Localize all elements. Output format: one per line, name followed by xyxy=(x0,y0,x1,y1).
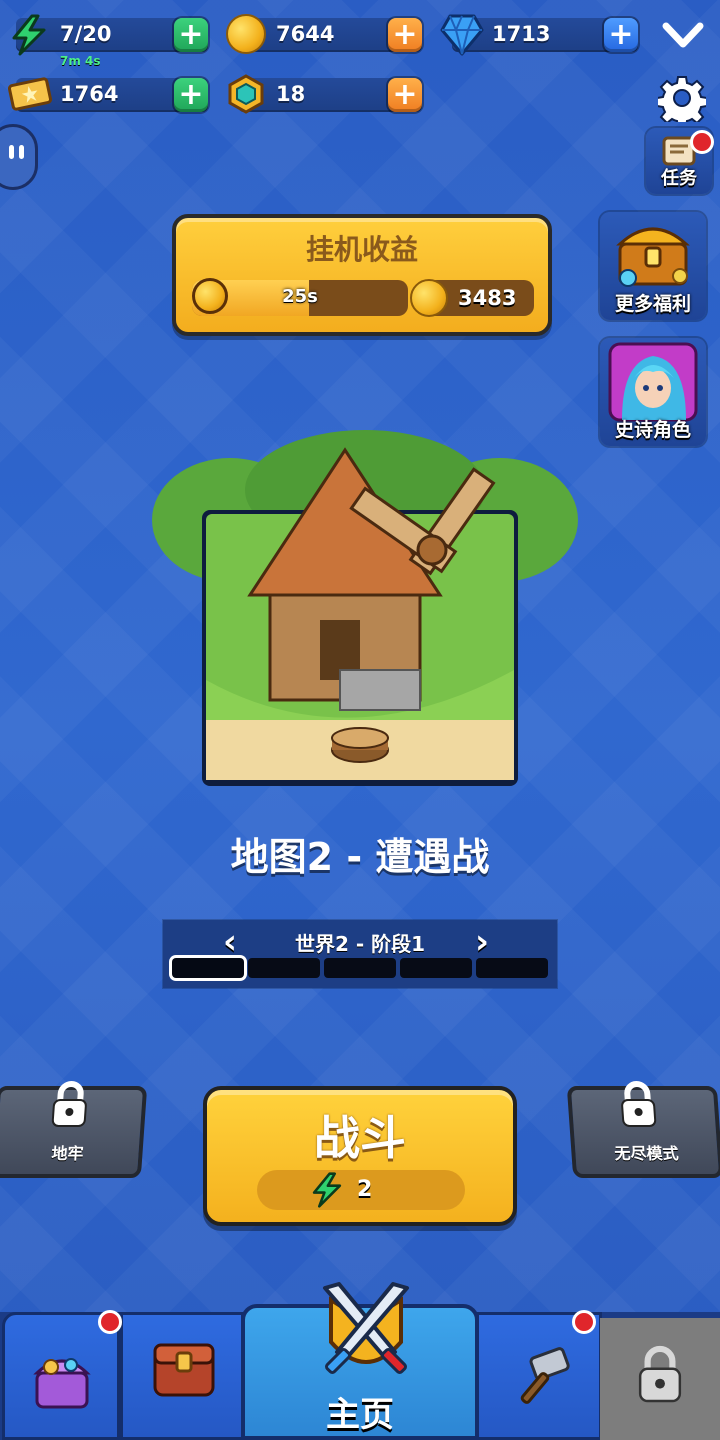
dungeon-label: 地牢 xyxy=(50,1144,85,1163)
tasks-button[interactable]: 任务 xyxy=(646,128,714,194)
backpack-icon xyxy=(153,1343,215,1397)
crossed-swords-icon xyxy=(323,1282,409,1374)
idle-income-amount: 3483 xyxy=(458,286,517,310)
more-benefits-button[interactable]: 更多福利 xyxy=(600,212,706,320)
shop-notification-dot xyxy=(98,1310,122,1334)
nav-tab-locked[interactable] xyxy=(600,1318,720,1440)
energy-value: 7/20 xyxy=(60,22,112,46)
ticket-icon xyxy=(8,77,52,111)
gift-chest-icon xyxy=(33,1358,91,1409)
idle-income-amount-box: 3483 xyxy=(410,279,534,317)
lightning-icon xyxy=(12,14,46,56)
add-gold-button[interactable]: + xyxy=(388,18,422,52)
gold-value: 7644 xyxy=(276,22,335,46)
hammer-icon xyxy=(520,1347,570,1404)
add-tokens-button[interactable]: + xyxy=(388,78,422,112)
chat-icon xyxy=(9,145,14,159)
chat-tab[interactable] xyxy=(0,124,38,190)
stage-progress-segment xyxy=(400,958,472,978)
gold-coin-icon xyxy=(410,279,448,317)
stage-progress-segment xyxy=(248,958,320,978)
add-gems-button[interactable]: + xyxy=(604,18,638,52)
dungeon-button[interactable]: 地牢 xyxy=(0,1081,148,1178)
lock-icon xyxy=(51,1081,87,1127)
map-title: 地图2 - 遭遇战 xyxy=(230,835,490,879)
blue-gem-icon xyxy=(440,14,484,56)
epic-hero-label: 史诗角色 xyxy=(614,419,691,441)
nav-home-label: 主页 xyxy=(326,1395,394,1435)
stage-progress-segment xyxy=(324,958,396,978)
lock-icon xyxy=(621,1081,657,1127)
add-tickets-button[interactable]: + xyxy=(174,78,208,112)
lock-icon xyxy=(638,1345,682,1403)
add-energy-button[interactable]: + xyxy=(174,18,208,52)
energy-timer: 7m 4s xyxy=(60,54,101,68)
endless-mode-label: 无尽模式 xyxy=(613,1144,680,1163)
stage-selector: ‹ 世界2 - 阶段1 › xyxy=(163,920,557,988)
tasks-label: 任务 xyxy=(661,168,697,189)
epic-hero-button[interactable]: 史诗角色 xyxy=(600,338,706,446)
gold-coin-icon xyxy=(226,14,266,54)
map-illustration[interactable] xyxy=(150,420,580,800)
ticket-value: 1764 xyxy=(60,82,119,106)
gear-icon[interactable] xyxy=(658,74,706,122)
stage-progress-segment xyxy=(476,958,548,978)
elf-hero-portrait-icon xyxy=(608,342,698,422)
idle-income-title: 挂机收益 xyxy=(305,233,418,266)
battle-energy-cost: 2 xyxy=(357,1177,373,1202)
forge-notification-dot xyxy=(572,1310,596,1334)
stage-progress-segment xyxy=(172,958,244,978)
battle-cost-pill: 2 xyxy=(257,1170,465,1210)
tasks-notification-dot xyxy=(690,130,714,154)
idle-income-panel[interactable]: 挂机收益 25s 3483 xyxy=(172,214,552,336)
more-benefits-label: 更多福利 xyxy=(614,293,691,315)
stopwatch-icon xyxy=(192,278,228,314)
nav-tab-home[interactable]: 主页 xyxy=(241,1282,479,1440)
battle-label: 战斗 xyxy=(314,1111,406,1165)
gem-value: 1713 xyxy=(492,22,551,46)
teal-token-icon xyxy=(228,74,264,114)
nav-tab-inventory[interactable] xyxy=(120,1312,244,1440)
treasure-chest-icon xyxy=(616,227,690,287)
stage-label: 世界2 - 阶段1 xyxy=(294,932,426,956)
token-value: 18 xyxy=(276,82,306,106)
endless-mode-button[interactable]: 无尽模式 xyxy=(566,1081,720,1178)
chevron-down-icon[interactable] xyxy=(660,16,706,56)
battle-button[interactable]: 战斗 2 xyxy=(203,1086,517,1226)
lightning-icon xyxy=(312,1172,342,1208)
next-stage-icon[interactable]: › xyxy=(475,922,489,962)
